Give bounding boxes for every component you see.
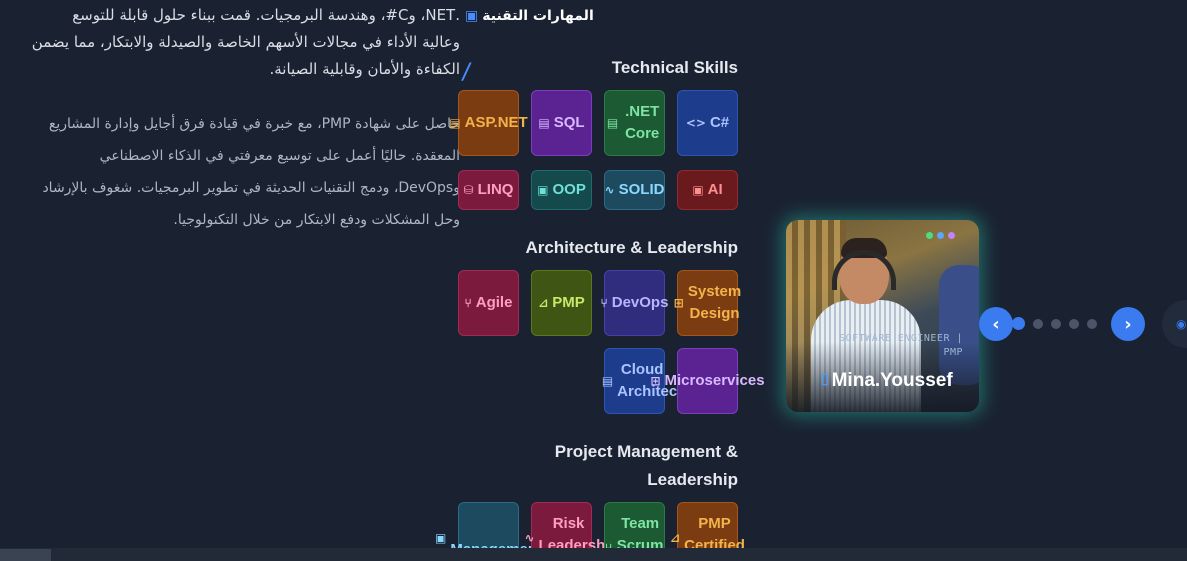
- skill-chip-aspnet[interactable]: ▤ ASP.NET: [449, 90, 528, 156]
- grid-icon: ⊞: [673, 296, 684, 310]
- chart-icon: ⊿: [670, 531, 681, 545]
- chevron-right-icon: ›: [1124, 313, 1132, 335]
- server-icon: ▤: [449, 116, 461, 130]
- carousel-dot-4[interactable]: [1069, 318, 1079, 329]
- chevron-left-icon: ‹: [992, 313, 1000, 335]
- activity-icon: ∿: [604, 183, 615, 197]
- server-icon: ▤: [606, 116, 619, 130]
- chart-icon: ⊿: [538, 296, 549, 310]
- profile-card[interactable]: SOFTWARE ENGINEER | PMP ⌷ Mina.Youssef: [786, 220, 979, 412]
- pm-title: Project Management & Leadership: [554, 442, 738, 489]
- skill-label: OOP: [552, 181, 586, 198]
- skill-label: Microservices: [664, 372, 765, 389]
- git-branch-icon: ⑂: [464, 296, 472, 310]
- technical-skills-title: Technical Skills: [611, 58, 738, 77]
- skill-chip-sql[interactable]: ▤ SQL: [531, 90, 592, 156]
- location-pin-icon: ◉: [1176, 317, 1187, 331]
- carousel-dot-1[interactable]: [1012, 317, 1025, 330]
- skill-chip-microservices[interactable]: ⊞ Microservices: [650, 348, 765, 414]
- cpu-icon: ▣: [537, 183, 549, 197]
- skills-heading-label: المهارات التقنية: [482, 8, 594, 24]
- profile-name: Mina.Youssef: [831, 370, 953, 391]
- skill-label: DevOps: [611, 294, 669, 311]
- git-branch-icon: ⑂: [600, 296, 608, 310]
- skill-chip-csharp[interactable]: <> C#: [677, 90, 738, 156]
- skill-label: Agile: [475, 294, 513, 311]
- profile-role: SOFTWARE ENGINEER | PMP: [839, 332, 963, 360]
- role-line-2: PMP: [943, 347, 963, 358]
- architecture-title: Architecture & Leadership: [525, 238, 738, 257]
- skills-heading-ar: المهارات التقنية ▣: [465, 4, 595, 28]
- skill-label: System Design: [687, 283, 742, 322]
- card-status-dots: [926, 232, 955, 239]
- code-icon: <>: [685, 116, 706, 130]
- horizontal-scrollbar[interactable]: [0, 548, 1187, 561]
- activity-icon: ∿: [524, 531, 535, 545]
- skill-label: LINQ: [477, 181, 514, 198]
- skill-label: ASP.NET: [464, 114, 528, 131]
- carousel-dots: [1012, 317, 1097, 330]
- carousel-dot-3[interactable]: [1051, 318, 1061, 329]
- skill-label: .NET Core: [625, 103, 660, 142]
- cpu-icon: ▣: [692, 183, 704, 197]
- skill-chip-agile[interactable]: ⑂ Agile: [458, 270, 519, 336]
- next-slide-peek[interactable]: ◉: [1162, 300, 1187, 348]
- mouse-icon: ⌷: [820, 372, 830, 389]
- skill-label: PMP: [552, 294, 585, 311]
- code-slash-icon: /: [460, 60, 474, 85]
- carousel-prev-button[interactable]: ‹: [979, 307, 1013, 341]
- database-icon: ⛁: [463, 183, 474, 197]
- profile-name-row: ⌷ Mina.Youssef: [820, 370, 953, 392]
- skill-chip-ai[interactable]: ▣ AI: [677, 170, 738, 210]
- carousel-next-button[interactable]: ›: [1111, 307, 1145, 341]
- skill-label: C#: [709, 114, 730, 131]
- server-icon: ▤: [538, 116, 550, 130]
- scrollbar-thumb[interactable]: [0, 549, 51, 561]
- skill-label: AI: [707, 181, 723, 198]
- skill-chip-pmp[interactable]: ⊿ PMP: [531, 270, 592, 336]
- skill-chip-oop[interactable]: ▣ OOP: [531, 170, 592, 210]
- carousel-dot-2[interactable]: [1033, 318, 1043, 329]
- skill-chip-solid[interactable]: ∿ SOLID: [604, 170, 665, 210]
- cpu-icon: ▣: [434, 531, 447, 545]
- skill-chip-linq[interactable]: ⛁ LINQ: [458, 170, 519, 210]
- role-line-1: SOFTWARE ENGINEER |: [839, 333, 963, 344]
- carousel-dot-5[interactable]: [1087, 318, 1097, 329]
- skill-label: SQL: [553, 114, 585, 131]
- skill-label: SOLID: [618, 181, 665, 198]
- server-icon: ▤: [601, 374, 614, 388]
- about-paragraph-1: .NET، وC#، وهندسة البرمجيات. قمت ببناء ح…: [31, 6, 460, 78]
- status-dot-blue: [937, 232, 944, 239]
- status-dot-green: [926, 232, 933, 239]
- cpu-icon: ▣: [465, 8, 479, 24]
- skill-chip-netcore[interactable]: ▤ .NET Core: [604, 90, 665, 156]
- skill-chip-devops[interactable]: ⑂ DevOps: [600, 270, 668, 336]
- status-dot-purple: [948, 232, 955, 239]
- about-paragraph-2: حاصل على شهادة PMP، مع خبرة في قيادة فرق…: [42, 116, 460, 228]
- grid-icon: ⊞: [650, 374, 661, 388]
- skill-chip-system-design[interactable]: ⊞ System Design: [673, 270, 742, 336]
